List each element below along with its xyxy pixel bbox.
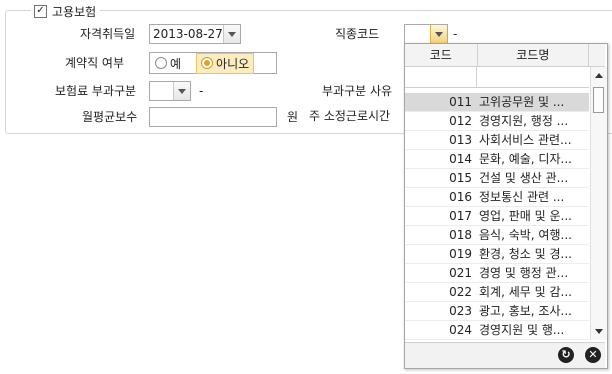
row-name: 경영 및 행정 관... [479,266,569,280]
list-item[interactable]: 019 환경, 청소 및 경... [405,245,589,264]
contract-yes-label: 예 [170,56,182,71]
row-name: 고위공무원 및 ... [479,95,565,109]
weekly-hours-label: 주 소정근로시간 [309,109,391,123]
acquire-date-label: 자격취득일 [80,27,136,41]
popup-scrollbar[interactable] [590,67,607,340]
list-item[interactable]: 015 건설 및 생산 관... [405,169,589,188]
premium-type-suffix: - [199,84,204,98]
list-item[interactable]: 017 영업, 판매 및 운... [405,207,589,226]
row-code: 014 [449,152,472,166]
list-item[interactable]: 013 사회서비스 관련... [405,131,589,150]
job-code-input[interactable] [404,24,448,44]
row-code: 011 [449,95,472,109]
row-name: 건설 및 생산 관... [479,171,569,185]
list-item[interactable]: 012 경영지원, 행정 ... [405,112,589,131]
row-code: 012 [449,114,472,128]
radio-yes-icon [155,57,167,69]
employment-insurance-checkbox[interactable]: ✓ [34,4,47,18]
row-name: 회계, 세무 및 감... [479,285,572,299]
won-unit-label: 원 [287,110,299,124]
code-column-header[interactable]: 코드 [405,44,478,66]
contract-no-label: 아니오 [216,56,250,71]
row-code: 018 [449,228,472,242]
list-item[interactable]: 016 정보통신 관련 ... [405,188,589,207]
group-title: 고용보험 [52,4,97,19]
job-code-suffix: - [453,27,458,41]
date-dropdown-button[interactable] [223,25,240,43]
contract-yes-option[interactable]: 예 [150,55,181,72]
row-code: 016 [449,190,472,204]
chevron-down-icon [228,31,236,37]
list-item[interactable]: 018 음식, 숙박, 여행... [405,226,589,245]
row-name: 문화, 예술, 디자... [479,152,572,166]
popup-grid-header: 코드 코드명 [405,44,605,67]
premium-type-label: 보험료 부과구분 [55,84,137,98]
row-name: 환경, 청소 및 경... [479,247,572,261]
row-code: 013 [449,133,472,147]
row-code: 021 [449,266,472,280]
monthly-pay-input[interactable] [149,107,277,127]
name-column-header[interactable]: 코드명 [478,44,590,66]
job-code-popup: 코드 코드명 011 고위공무원 및 ... 012 경영지원, 행정 ... 013 사… [404,43,608,369]
contract-no-option[interactable]: 아니오 [196,52,255,74]
row-code: 023 [449,304,472,318]
check-icon: ✓ [36,5,45,16]
premium-reason-label: 부과구분 사유 [322,84,393,98]
list-item[interactable]: 014 문화, 예술, 디자... [405,150,589,169]
row-name: 정보통신 관련 ... [479,190,565,204]
job-code-dropdown-button[interactable] [430,25,447,43]
popup-filter-row [405,67,589,88]
chevron-down-icon [435,31,443,37]
scroll-thumb[interactable] [593,87,604,113]
job-code-label: 직종코드 [335,27,380,41]
contract-label: 계약직 여부 [65,56,125,70]
row-name: 사회서비스 관련... [479,133,572,147]
row-name: 영업, 판매 및 운... [479,209,572,223]
acquire-date-value: 2013-08-27 [153,27,223,41]
code-filter-input[interactable] [405,67,477,87]
row-name: 경영지원, 행정 ... [479,114,569,128]
row-code: 022 [449,285,472,299]
scroll-up-icon[interactable] [595,73,603,78]
chevron-down-icon [178,88,186,94]
premium-type-dropdown-button[interactable] [173,82,190,100]
row-name: 음식, 숙박, 여행... [479,228,572,242]
list-item[interactable]: 024 경영지원 및 행... [405,321,589,340]
name-filter-input[interactable] [477,67,589,87]
monthly-pay-label: 월평균보수 [82,110,138,124]
row-name: 광고, 홍보, 조사... [479,304,572,318]
row-code: 019 [449,247,472,261]
row-code: 024 [449,323,472,337]
popup-rows: 011 고위공무원 및 ... 012 경영지원, 행정 ... 013 사회서비스 관련… [405,93,589,340]
list-item[interactable]: 022 회계, 세무 및 감... [405,283,589,302]
close-icon[interactable]: ✕ [585,347,601,363]
row-name: 경영지원 및 행... [479,323,565,337]
row-code: 015 [449,171,472,185]
premium-type-select[interactable] [149,81,191,101]
scroll-down-icon[interactable] [595,329,603,334]
list-item[interactable]: 011 고위공무원 및 ... [405,93,589,112]
radio-no-icon [201,57,214,69]
list-item[interactable]: 021 경영 및 행정 관... [405,264,589,283]
acquire-date-field[interactable]: 2013-08-27 [149,24,241,44]
header-spacer [589,44,605,66]
popup-footer: ↻ ✕ [405,342,605,368]
list-item[interactable]: 023 광고, 홍보, 조사... [405,302,589,321]
row-code: 017 [449,209,472,223]
contract-radio-group: 예 아니오 [149,52,277,74]
refresh-icon[interactable]: ↻ [558,347,574,363]
group-header: ✓ 고용보험 [31,3,101,19]
